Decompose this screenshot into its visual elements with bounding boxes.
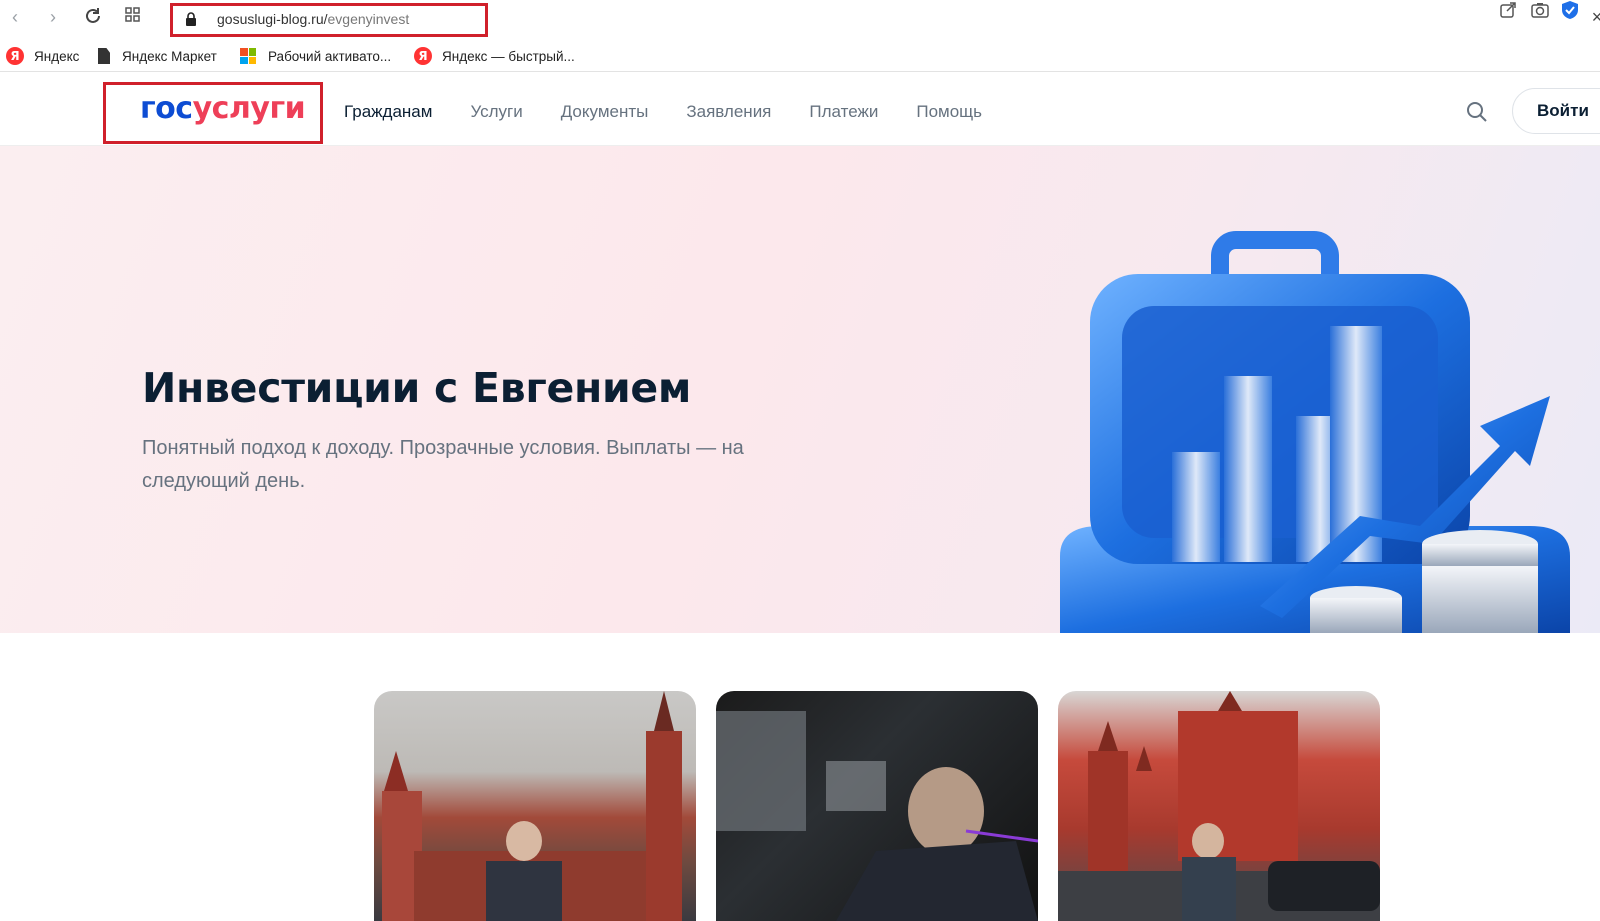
photo-card-red-square[interactable] <box>374 691 696 921</box>
yandex-icon: Я <box>6 47 24 65</box>
browser-toolbar: ‹ › gosuslugi-blog.ru/evgenyinvest × <box>0 0 1600 37</box>
document-icon <box>98 48 110 64</box>
briefcase-chart-illustration <box>1060 231 1570 633</box>
hero-title: Инвестиции с Евгением <box>142 364 692 412</box>
share-icon[interactable] <box>1498 0 1518 20</box>
forward-icon[interactable]: › <box>42 6 64 28</box>
photo-car-image <box>716 711 1038 921</box>
logo-part-gos: гос <box>140 91 193 126</box>
bookmark-yandex-fast[interactable]: Я Яндекс — быстрый... <box>414 46 575 66</box>
bookmarks-bar: Я Яндекс Яндекс Маркет Рабочий активато.… <box>0 40 1600 72</box>
hero-subtitle: Понятный подход к доходу. Прозрачные усл… <box>142 437 744 492</box>
photo-red-square-image <box>382 691 682 921</box>
url-text: gosuslugi-blog.ru/evgenyinvest <box>217 11 409 27</box>
menu-item-services[interactable]: Услуги <box>470 102 522 122</box>
site-header: госуслуги Гражданам Услуги Документы Зая… <box>0 76 1600 146</box>
photo-museum-image <box>1058 691 1380 921</box>
bookmark-yandex[interactable]: Я Яндекс <box>6 46 79 66</box>
camera-icon[interactable] <box>1530 0 1550 20</box>
menu-item-documents[interactable]: Документы <box>561 102 649 122</box>
photo-card-car[interactable] <box>716 691 1038 921</box>
url-host: gosuslugi-blog.ru/ <box>217 11 328 27</box>
close-icon[interactable]: × <box>1586 6 1600 28</box>
bookmark-label: Рабочий активато... <box>268 48 392 64</box>
site-logo[interactable]: госуслуги <box>140 91 306 126</box>
search-icon[interactable] <box>1466 101 1488 123</box>
bookmark-label: Яндекс <box>34 48 80 64</box>
windows-icon <box>240 48 256 64</box>
login-button[interactable]: Войти <box>1512 88 1600 134</box>
bookmark-label: Яндекс — быстрый... <box>442 48 575 64</box>
lock-icon <box>186 12 196 26</box>
logo-highlight-box: госуслуги <box>103 82 323 144</box>
reload-icon[interactable] <box>82 6 104 28</box>
photo-card-museum[interactable] <box>1058 691 1380 921</box>
back-icon[interactable]: ‹ <box>4 6 26 28</box>
main-menu: Гражданам Услуги Документы Заявления Пла… <box>344 102 982 122</box>
bookmark-label: Яндекс Маркет <box>122 48 217 64</box>
tabs-grid-icon[interactable] <box>122 6 144 28</box>
address-bar[interactable]: gosuslugi-blog.ru/evgenyinvest <box>170 3 488 37</box>
menu-item-payments[interactable]: Платежи <box>809 102 878 122</box>
menu-item-citizens[interactable]: Гражданам <box>344 102 432 122</box>
hero-banner: Инвестиции с Евгением Понятный подход к … <box>0 146 1600 633</box>
yandex-icon: Я <box>414 47 432 65</box>
shield-check-icon[interactable] <box>1560 0 1580 20</box>
menu-item-help[interactable]: Помощь <box>916 102 982 122</box>
logo-part-uslugi: услуги <box>192 91 306 126</box>
bookmark-yandex-market[interactable]: Яндекс Маркет <box>98 46 217 66</box>
url-path: evgenyinvest <box>327 11 410 27</box>
bookmark-activator[interactable]: Рабочий активато... <box>240 46 391 66</box>
menu-item-applications[interactable]: Заявления <box>686 102 771 122</box>
